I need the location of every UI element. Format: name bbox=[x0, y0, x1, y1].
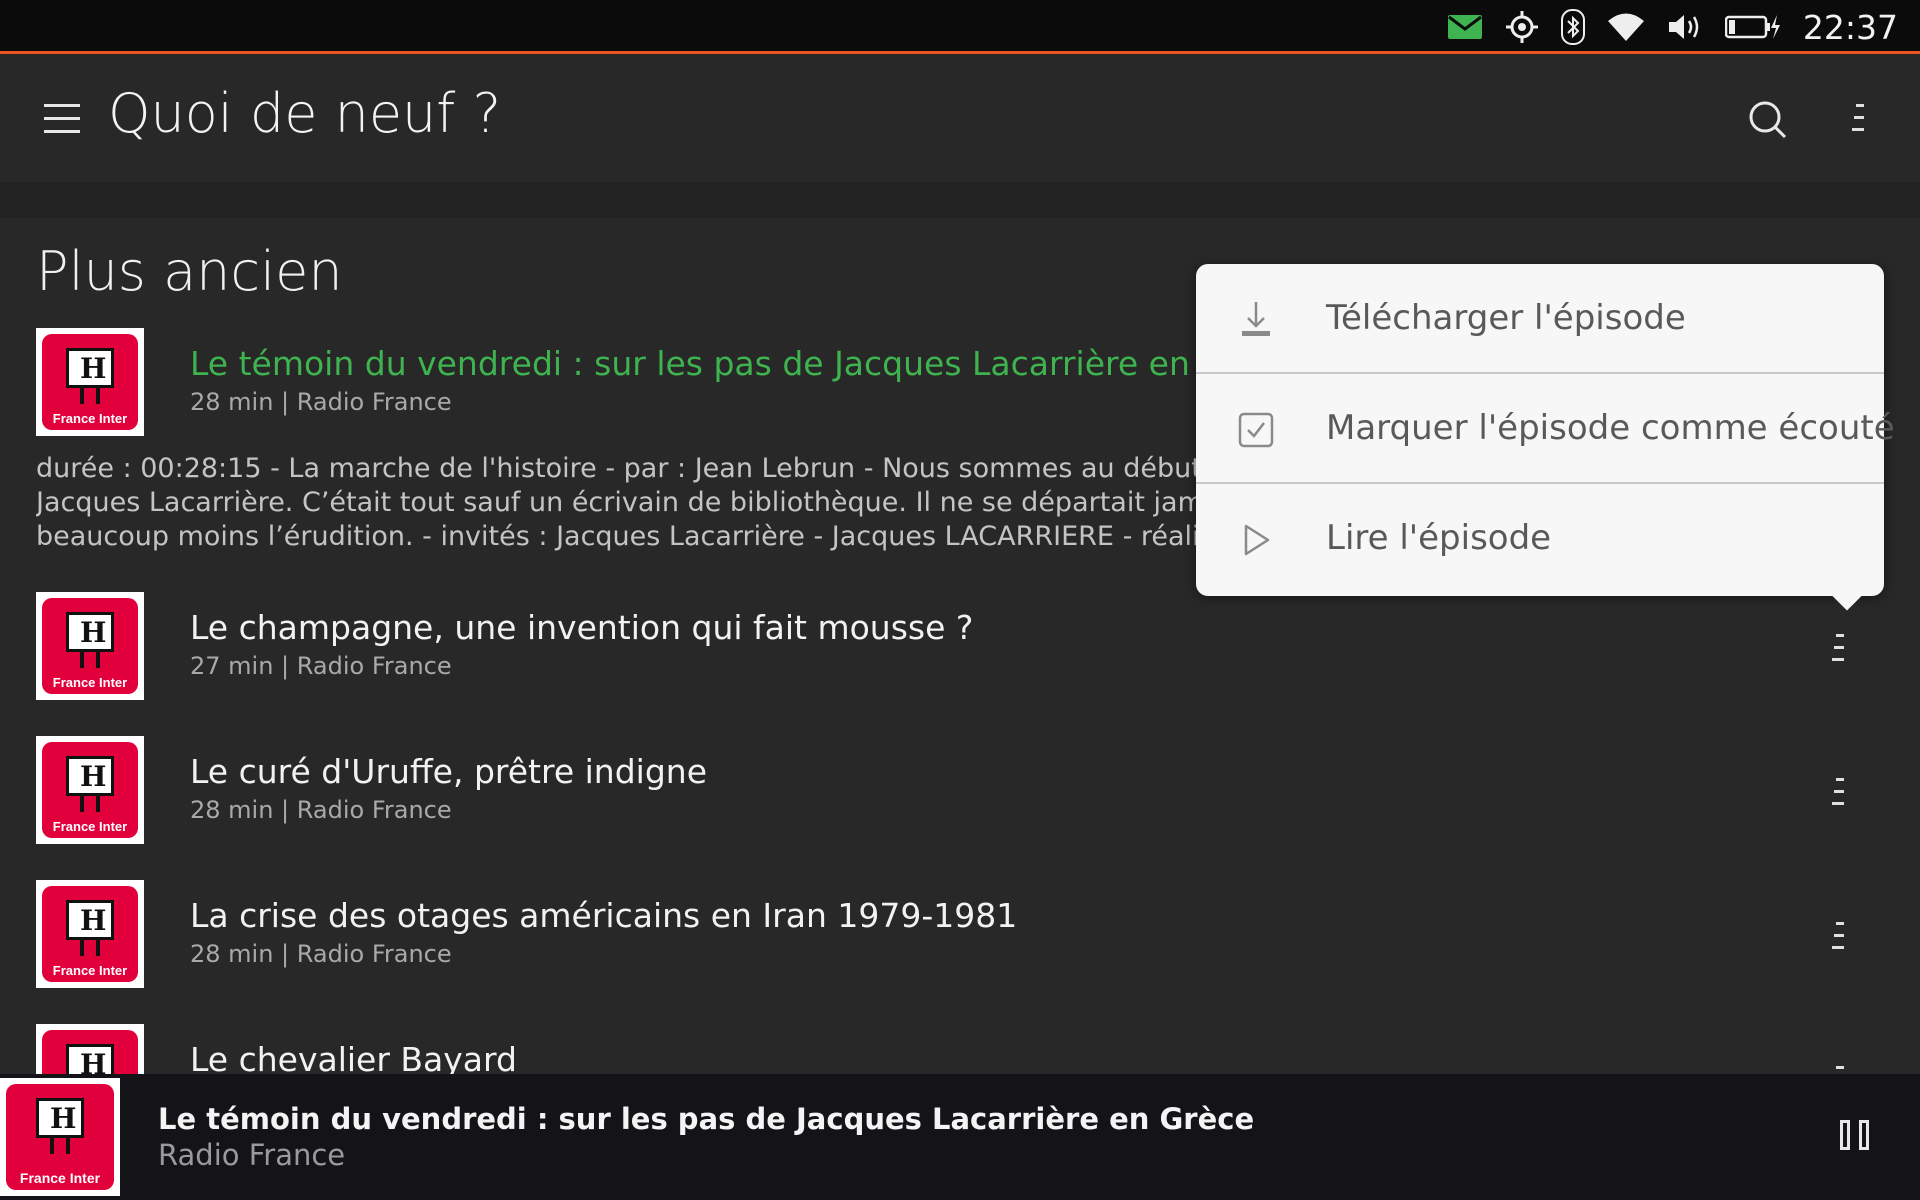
search-icon[interactable] bbox=[1748, 100, 1788, 140]
mail-icon[interactable] bbox=[1447, 14, 1483, 40]
france-inter-logo: H France Inter bbox=[42, 598, 138, 694]
clock: 22:37 bbox=[1802, 7, 1898, 47]
battery-charging-icon[interactable] bbox=[1724, 13, 1781, 41]
france-inter-logo: H France Inter bbox=[42, 1030, 138, 1074]
status-bar: 22:37 bbox=[0, 0, 1920, 54]
episode-meta: 28 min | Radio France bbox=[190, 388, 452, 416]
episode-meta: 27 min | Radio France bbox=[190, 652, 452, 680]
section-title: Plus ancien bbox=[36, 240, 343, 303]
menu-item-play[interactable]: Lire l'épisode bbox=[1196, 484, 1884, 594]
podcast-thumbnail[interactable]: H France Inter bbox=[36, 880, 144, 988]
location-icon[interactable] bbox=[1505, 10, 1539, 44]
bluetooth-icon[interactable] bbox=[1560, 9, 1585, 45]
episode-description: durée : 00:28:15 - La marche de l'histoi… bbox=[36, 453, 1196, 552]
menu-item-download[interactable]: Télécharger l'épisode bbox=[1196, 264, 1884, 374]
france-inter-logo: H France Inter bbox=[42, 334, 138, 430]
now-playing-thumbnail[interactable]: H France Inter bbox=[0, 1078, 120, 1196]
menu-item-label: Lire l'épisode bbox=[1326, 518, 1552, 558]
volume-icon[interactable] bbox=[1667, 12, 1703, 42]
status-icons: 22:37 bbox=[1447, 0, 1920, 54]
episode-options-icon[interactable] bbox=[1832, 922, 1844, 958]
episode-meta: 28 min | Radio France bbox=[190, 940, 452, 968]
menu-item-label: Marquer l'épisode comme écouté bbox=[1326, 408, 1895, 448]
menu-icon[interactable] bbox=[44, 104, 80, 134]
now-playing-title[interactable]: Le témoin du vendredi : sur les pas de J… bbox=[158, 1102, 1254, 1136]
podcast-thumbnail[interactable]: H France Inter bbox=[36, 1024, 144, 1074]
app-header: Quoi de neuf ? bbox=[0, 54, 1920, 182]
episode-options-icon[interactable] bbox=[1832, 1066, 1844, 1074]
play-icon bbox=[1236, 520, 1276, 560]
download-icon bbox=[1236, 300, 1276, 340]
menu-item-mark-played[interactable]: Marquer l'épisode comme écouté bbox=[1196, 374, 1895, 484]
episode-meta: 28 min | Radio France bbox=[190, 796, 452, 824]
menu-item-label: Télécharger l'épisode bbox=[1326, 298, 1686, 338]
episode-title[interactable]: Le champagne, une invention qui fait mou… bbox=[190, 608, 973, 647]
checkbox-icon bbox=[1236, 410, 1276, 450]
episode-title[interactable]: La crise des otages américains en Iran 1… bbox=[190, 896, 1017, 935]
episode-title[interactable]: Le chevalier Bayard bbox=[190, 1040, 517, 1074]
france-inter-logo: H France Inter bbox=[42, 886, 138, 982]
podcast-thumbnail[interactable]: H France Inter bbox=[36, 592, 144, 700]
overflow-menu-icon[interactable] bbox=[1852, 104, 1864, 140]
episode-title[interactable]: Le curé d'Uruffe, prêtre indigne bbox=[190, 752, 707, 791]
podcast-thumbnail[interactable]: H France Inter bbox=[36, 328, 144, 436]
now-playing-bar[interactable]: H France Inter Le témoin du vendredi : s… bbox=[0, 1074, 1920, 1200]
episode-options-icon[interactable] bbox=[1832, 778, 1844, 814]
pause-icon[interactable] bbox=[1840, 1120, 1874, 1154]
france-inter-logo: H France Inter bbox=[42, 742, 138, 838]
page-title: Quoi de neuf ? bbox=[108, 82, 502, 145]
episode-title[interactable]: Le témoin du vendredi : sur les pas de J… bbox=[190, 344, 1298, 383]
episode-options-icon[interactable] bbox=[1832, 634, 1844, 670]
wifi-icon[interactable] bbox=[1607, 12, 1645, 42]
episode-context-menu: Télécharger l'épisode Marquer l'épisode … bbox=[1196, 264, 1895, 611]
podcast-thumbnail[interactable]: H France Inter bbox=[36, 736, 144, 844]
france-inter-logo: H France Inter bbox=[6, 1084, 114, 1190]
header-divider bbox=[0, 182, 1920, 218]
now-playing-subtitle: Radio France bbox=[158, 1138, 346, 1172]
